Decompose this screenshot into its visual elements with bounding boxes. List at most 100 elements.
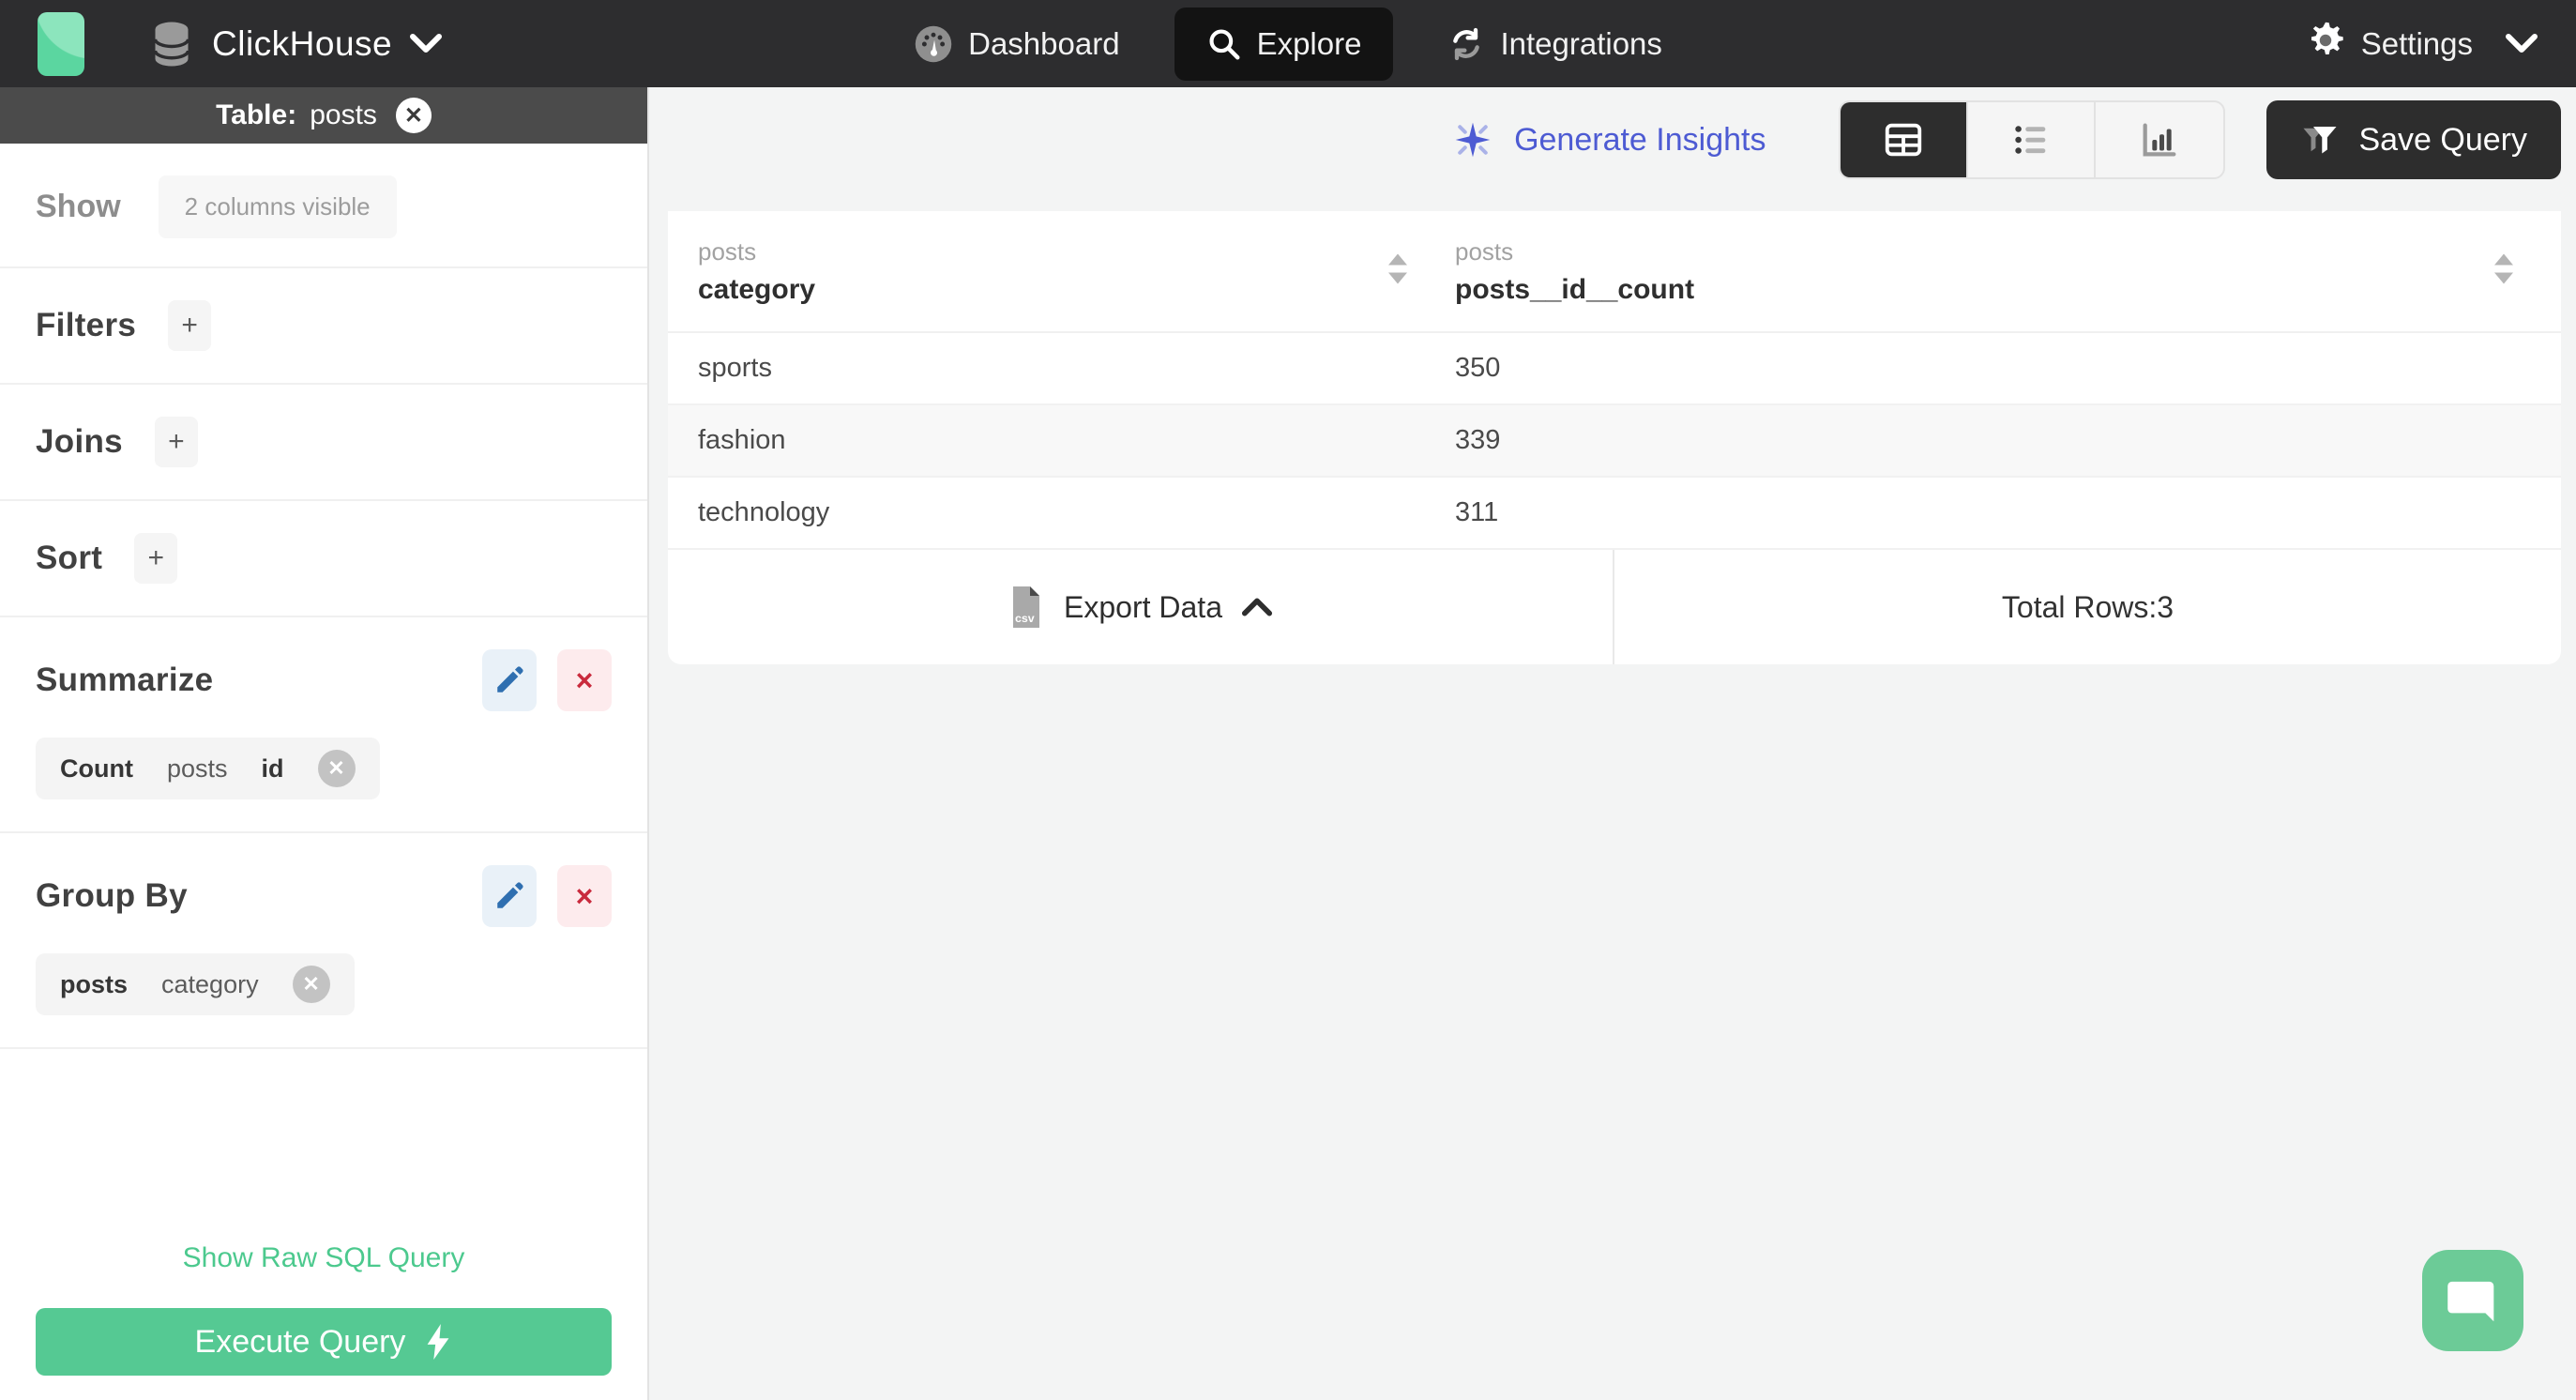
- filters-title: Filters: [36, 307, 137, 343]
- column-header-category[interactable]: posts category: [668, 211, 1455, 331]
- remove-table-button[interactable]: ✕: [395, 98, 432, 133]
- group-by-title: Group By: [36, 877, 188, 914]
- table-row[interactable]: technology 311: [668, 478, 2561, 550]
- remove-group-by-chip-button[interactable]: ✕: [292, 966, 330, 1003]
- sort-section: Sort +: [0, 501, 647, 617]
- table-label: Table:: [216, 99, 297, 130]
- add-filter-button[interactable]: +: [168, 300, 212, 351]
- table-view-button[interactable]: [1841, 102, 1969, 177]
- column-table-name: posts: [698, 236, 757, 266]
- table-name: posts: [310, 99, 377, 130]
- execute-query-button[interactable]: Execute Query: [36, 1308, 612, 1376]
- funnel-icon: [2303, 127, 2337, 154]
- settings-menu[interactable]: Settings: [1662, 20, 2538, 68]
- remove-summarize-chip-button[interactable]: ✕: [317, 750, 356, 787]
- column-name: posts__id__count: [1455, 273, 1695, 305]
- table-row[interactable]: sports 350: [668, 333, 2561, 405]
- results-main: Generate Insights Save Query posts categ…: [649, 87, 2576, 1400]
- cell-count: 350: [1455, 353, 1501, 383]
- summarize-field: id: [261, 753, 284, 783]
- columns-visible-chip[interactable]: 2 columns visible: [158, 175, 397, 238]
- brand-name[interactable]: ClickHouse: [212, 24, 392, 64]
- chat-widget-button[interactable]: [2422, 1250, 2523, 1351]
- list-view-button[interactable]: [1968, 102, 2097, 177]
- nav-item-explore[interactable]: Explore: [1174, 7, 1394, 81]
- nav-item-dashboard[interactable]: Dashboard: [914, 24, 1120, 64]
- joins-title: Joins: [36, 423, 123, 460]
- search-icon: [1206, 26, 1242, 62]
- show-columns-row: Show 2 columns visible: [0, 144, 647, 268]
- table-header-row: posts category posts posts__id__count: [668, 211, 2561, 333]
- sparkle-icon: [1455, 122, 1491, 158]
- table-view-icon: [1886, 123, 1922, 157]
- dashboard-gauge-icon: [914, 24, 953, 64]
- settings-label: Settings: [2360, 25, 2474, 61]
- save-query-label: Save Query: [2358, 121, 2527, 158]
- export-data-button[interactable]: csv Export Data: [668, 550, 1614, 664]
- sort-icon[interactable]: [2490, 252, 2518, 291]
- nav-item-label: Explore: [1256, 25, 1362, 61]
- cell-count: 311: [1455, 497, 1499, 527]
- generate-insights-link[interactable]: Generate Insights: [1452, 119, 1765, 160]
- save-query-button[interactable]: Save Query: [2266, 100, 2561, 179]
- total-rows-label: Total Rows:3: [2001, 589, 2174, 624]
- chart-view-button[interactable]: [2096, 102, 2223, 177]
- delete-summarize-button[interactable]: ×: [557, 649, 612, 711]
- selected-table-bar: Table: posts ✕: [0, 87, 647, 144]
- sort-title: Sort: [36, 540, 103, 576]
- execute-query-label: Execute Query: [194, 1323, 406, 1360]
- results-toolbar: Generate Insights Save Query: [668, 87, 2561, 192]
- top-nav: ClickHouse Dashboard Explore Integration…: [0, 0, 2576, 87]
- svg-text:csv: csv: [1015, 612, 1035, 625]
- pencil-icon: [497, 882, 523, 908]
- generate-insights-label: Generate Insights: [1514, 121, 1766, 158]
- list-view-icon: [2015, 126, 2046, 154]
- table-footer: csv Export Data Total Rows:3: [668, 550, 2561, 664]
- group-by-chip: posts category ✕: [36, 953, 355, 1015]
- group-by-field: category: [161, 969, 259, 998]
- joins-section: Joins +: [0, 385, 647, 501]
- total-rows-cell: Total Rows:3: [1614, 550, 2561, 664]
- nav-item-integrations[interactable]: Integrations: [1447, 25, 1662, 63]
- export-data-label: Export Data: [1064, 589, 1222, 624]
- summarize-table: posts: [166, 753, 228, 783]
- summarize-op: Count: [60, 753, 133, 783]
- edit-group-by-button[interactable]: [482, 865, 537, 927]
- primary-nav: Dashboard Explore Integrations: [914, 7, 1662, 81]
- chevron-up-icon: [1241, 598, 1273, 616]
- delete-group-by-button[interactable]: ×: [557, 865, 612, 927]
- chevron-down-icon: [2505, 33, 2538, 55]
- cell-category: fashion: [698, 425, 786, 455]
- column-header-count[interactable]: posts posts__id__count: [1455, 211, 2561, 331]
- show-raw-sql-link[interactable]: Show Raw SQL Query: [0, 1224, 647, 1308]
- sort-icon[interactable]: [1384, 252, 1412, 291]
- cell-count: 339: [1455, 425, 1501, 455]
- nav-item-label: Dashboard: [968, 25, 1120, 61]
- query-builder-sidebar: Table: posts ✕ Show 2 columns visible Fi…: [0, 87, 649, 1400]
- edit-summarize-button[interactable]: [482, 649, 537, 711]
- summarize-section: Summarize × Count posts id ✕: [0, 617, 647, 833]
- column-table-name: posts: [1455, 236, 1514, 266]
- lightning-bolt-icon: [428, 1324, 449, 1360]
- add-sort-button[interactable]: +: [134, 533, 178, 584]
- chat-bubble-icon: [2447, 1281, 2494, 1322]
- view-toggle-group: [1839, 100, 2226, 179]
- gear-icon: [2305, 20, 2346, 68]
- pencil-icon: [497, 666, 523, 692]
- cell-category: technology: [698, 497, 830, 527]
- bar-chart-icon: [2144, 123, 2176, 157]
- column-name: category: [698, 273, 816, 305]
- app-window: ClickHouse Dashboard Explore Integration…: [0, 0, 2576, 1400]
- results-table: posts category posts posts__id__count sp…: [668, 211, 2561, 664]
- show-label: Show: [36, 189, 121, 224]
- nav-left-group: ClickHouse: [38, 11, 914, 76]
- table-row[interactable]: fashion 339: [668, 405, 2561, 478]
- sync-icon: [1447, 25, 1485, 63]
- database-icon: [152, 21, 191, 68]
- app-logo[interactable]: [38, 11, 84, 76]
- filters-section: Filters +: [0, 268, 647, 385]
- add-join-button[interactable]: +: [154, 417, 198, 467]
- chevron-down-icon[interactable]: [409, 33, 443, 55]
- csv-file-icon: csv: [1013, 586, 1040, 628]
